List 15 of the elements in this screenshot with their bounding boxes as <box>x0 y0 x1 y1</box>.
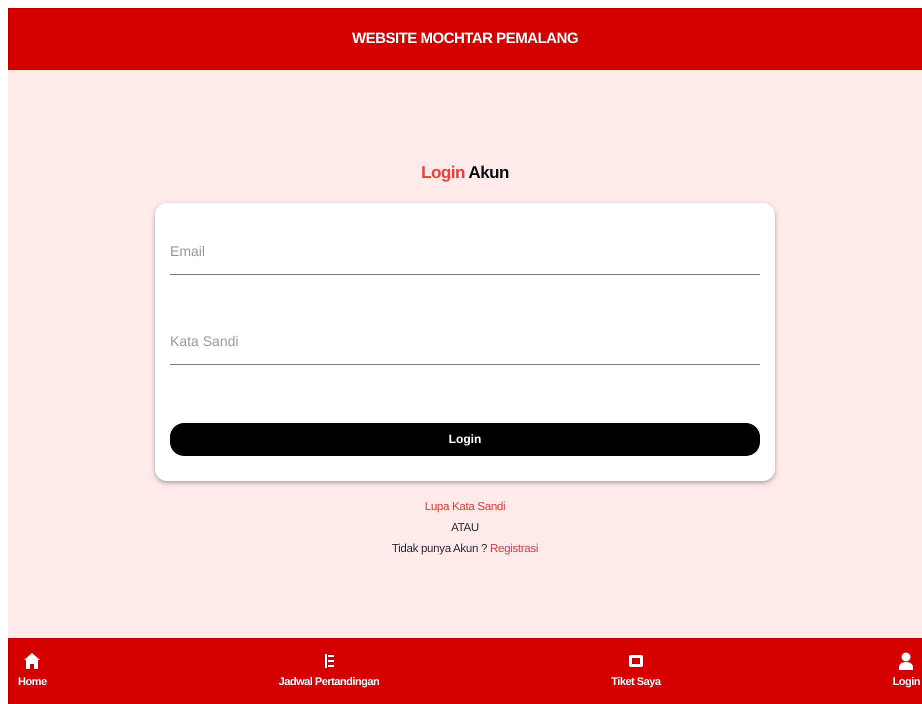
password-field[interactable]: Kata Sandi <box>170 312 760 364</box>
email-field[interactable]: Email <box>170 222 760 274</box>
login-button[interactable]: Login <box>170 422 760 456</box>
nav-tab[interactable]: Home <box>18 652 47 690</box>
user-icon <box>898 652 914 670</box>
forgot-password-link[interactable]: Lupa Kata Sandi <box>424 496 506 518</box>
page-heading: Login Akun <box>421 162 509 184</box>
register-prompt: Tidak punya Akun ? Registrasi <box>392 542 538 556</box>
nav-tab[interactable]: Login <box>892 652 920 690</box>
nav-tab[interactable]: Tiket Saya <box>611 652 660 690</box>
separator-text: ATAU <box>451 520 479 536</box>
site-title: WEBSITE MOCHTAR PEMALANG <box>352 28 578 49</box>
home-icon <box>24 652 40 670</box>
register-link[interactable]: Registrasi <box>490 542 538 554</box>
nav-tab[interactable]: Jadwal Pertandingan <box>278 652 380 690</box>
